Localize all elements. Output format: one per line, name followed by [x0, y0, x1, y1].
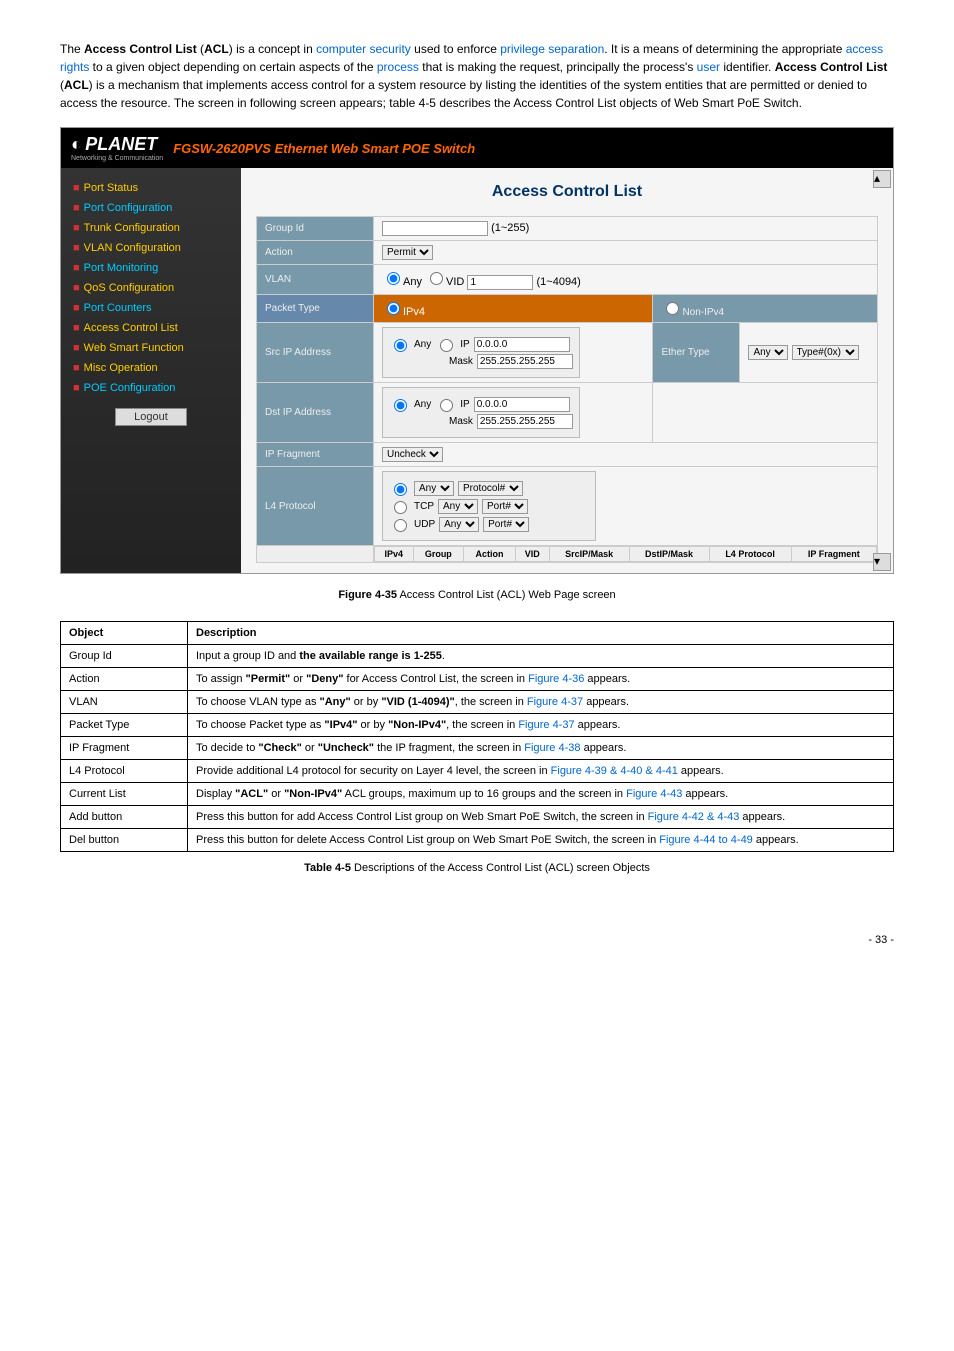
ip-fragment-select[interactable]: Uncheck: [382, 447, 443, 462]
table-row: Del button Press this button for delete …: [61, 829, 894, 852]
srcip-ip-radio[interactable]: [440, 339, 453, 352]
srcip-mask-input[interactable]: [477, 354, 573, 369]
description-table: Object Description Group Id Input a grou…: [60, 621, 894, 852]
sidebar-item-port-status[interactable]: ■Port Status: [61, 178, 241, 198]
action-select[interactable]: Permit: [382, 245, 433, 260]
table-row: Packet Type To choose Packet type as "IP…: [61, 714, 894, 737]
table-row: Group Id Input a group ID and the availa…: [61, 645, 894, 668]
sidebar-item-port-monitoring[interactable]: ■Port Monitoring: [61, 258, 241, 278]
desc-header-object: Object: [61, 622, 188, 645]
sidebar-item-poe-config[interactable]: ■POE Configuration: [61, 378, 241, 398]
srcip-ip-input[interactable]: [474, 337, 570, 352]
link-figure-4-36[interactable]: Figure 4-36: [528, 673, 584, 685]
sidebar-item-port-counters[interactable]: ■Port Counters: [61, 298, 241, 318]
dstip-mask-input[interactable]: [477, 414, 573, 429]
desc-header-description: Description: [188, 622, 894, 645]
sidebar-item-web-smart[interactable]: ■Web Smart Function: [61, 338, 241, 358]
vlan-vid-radio[interactable]: [430, 272, 443, 285]
label-dst-ip: Dst IP Address: [257, 383, 374, 443]
table-row: L4 Protocol Provide additional L4 protoc…: [61, 760, 894, 783]
vlan-any-radio[interactable]: [387, 272, 400, 285]
scroll-up-icon[interactable]: ▴: [873, 170, 891, 188]
link-figure-4-37b[interactable]: Figure 4-37: [518, 719, 574, 731]
l4-any-radio[interactable]: [394, 483, 407, 496]
table-row: VLAN To choose VLAN type as "Any" or by …: [61, 691, 894, 714]
sidebar-item-acl[interactable]: ■Access Control List: [61, 318, 241, 338]
label-src-ip: Src IP Address: [257, 323, 374, 383]
figure-caption: Figure 4-35 Access Control List (ACL) We…: [60, 589, 894, 601]
label-vlan: VLAN: [257, 265, 374, 295]
link-figure-4-38[interactable]: Figure 4-38: [524, 742, 580, 754]
l4-udp-radio[interactable]: [394, 519, 407, 532]
acl-form-table: Group Id (1~255) Action Permit VLAN: [256, 216, 878, 563]
link-figure-4-43[interactable]: Figure 4-43: [626, 788, 682, 800]
group-id-input[interactable]: [382, 221, 488, 236]
table-caption: Table 4-5 Descriptions of the Access Con…: [60, 862, 894, 874]
table-row: IP Fragment To decide to "Check" or "Unc…: [61, 737, 894, 760]
l4-any-select[interactable]: Any: [414, 481, 454, 496]
dstip-ip-radio[interactable]: [440, 399, 453, 412]
l4-tcp-radio[interactable]: [394, 501, 407, 514]
label-group-id: Group Id: [257, 217, 374, 241]
link-privilege-separation[interactable]: privilege separation: [500, 42, 604, 56]
logout-button[interactable]: Logout: [115, 408, 187, 426]
acl-list-headers: IPv4 Group Action VID SrcIP/Mask DstIP/M…: [257, 546, 878, 563]
sidebar-item-trunk-config[interactable]: ■Trunk Configuration: [61, 218, 241, 238]
srcip-any-radio[interactable]: [394, 339, 407, 352]
link-computer-security[interactable]: computer security: [316, 42, 411, 56]
scroll-down-icon[interactable]: ▾: [873, 553, 891, 571]
ether-type-select[interactable]: Any: [748, 345, 788, 360]
sidebar-item-misc[interactable]: ■Misc Operation: [61, 358, 241, 378]
link-figure-4-42-43[interactable]: Figure 4-42 & 4-43: [648, 811, 740, 823]
link-user[interactable]: user: [697, 60, 720, 74]
table-row: Current List Display "ACL" or "Non-IPv4"…: [61, 783, 894, 806]
table-row: Action To assign "Permit" or "Deny" for …: [61, 668, 894, 691]
page-number: - 33 -: [60, 934, 894, 946]
sidebar-item-vlan-config[interactable]: ■VLAN Configuration: [61, 238, 241, 258]
link-process[interactable]: process: [377, 60, 419, 74]
l4-udp-val-select[interactable]: Any: [439, 517, 479, 532]
page-title: Access Control List: [256, 183, 878, 201]
main-content: ▴ ▾ Access Control List Group Id (1~255)…: [241, 168, 893, 573]
vlan-hint: (1~4094): [537, 276, 581, 288]
link-figure-4-44-49[interactable]: Figure 4-44 to 4-49: [659, 834, 753, 846]
app-title: FGSW-2620PVS Ethernet Web Smart POE Swit…: [173, 141, 475, 156]
l4-udp-port-select[interactable]: Port#: [483, 517, 529, 532]
packet-nonipv4-radio[interactable]: [666, 302, 679, 315]
label-ether-type: Ether Type: [653, 323, 740, 383]
l4-proto-select[interactable]: Protocol#: [458, 481, 523, 496]
sidebar: ■Port Status ■Port Configuration ■Trunk …: [61, 168, 241, 573]
link-figure-4-37a[interactable]: Figure 4-37: [527, 696, 583, 708]
label-ip-fragment: IP Fragment: [257, 443, 374, 467]
intro-paragraph: The Access Control List (ACL) is a conce…: [60, 40, 894, 112]
label-l4-protocol: L4 Protocol: [257, 467, 374, 546]
l4-tcp-val-select[interactable]: Any: [438, 499, 478, 514]
sidebar-item-qos-config[interactable]: ■QoS Configuration: [61, 278, 241, 298]
l4-tcp-port-select[interactable]: Port#: [482, 499, 528, 514]
group-id-hint: (1~255): [491, 222, 529, 234]
dstip-ip-input[interactable]: [474, 397, 570, 412]
packet-ipv4-radio[interactable]: [387, 302, 400, 315]
app-header: ◐ PLANET Networking & Communication FGSW…: [61, 128, 893, 168]
sidebar-item-port-config[interactable]: ■Port Configuration: [61, 198, 241, 218]
ether-typehex-select[interactable]: Type#(0x): [792, 345, 859, 360]
planet-logo: ◐ PLANET Networking & Communication: [71, 134, 163, 162]
dstip-any-radio[interactable]: [394, 399, 407, 412]
label-action: Action: [257, 241, 374, 265]
app-window: ◐ PLANET Networking & Communication FGSW…: [60, 127, 894, 574]
link-figure-4-39-41[interactable]: Figure 4-39 & 4-40 & 4-41: [551, 765, 678, 777]
vlan-vid-input[interactable]: [467, 275, 533, 290]
table-row: Add button Press this button for add Acc…: [61, 806, 894, 829]
label-packet-type: Packet Type: [257, 295, 374, 323]
